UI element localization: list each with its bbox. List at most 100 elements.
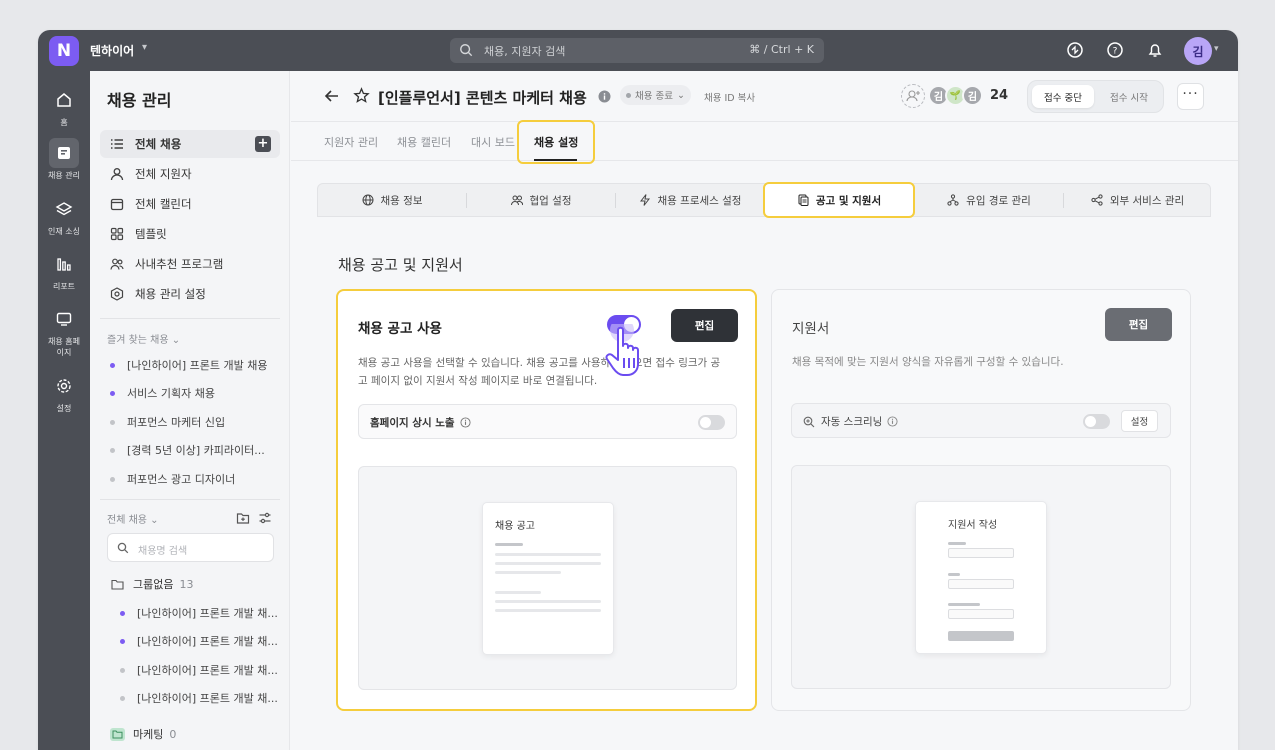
chevron-down-icon[interactable]: ▾ <box>1214 44 1219 54</box>
group-none[interactable]: 그룹없음 13 <box>110 576 193 592</box>
subtab-external[interactable]: 외부 서비스 관리 <box>1064 184 1211 216</box>
info-icon[interactable] <box>887 416 898 427</box>
sidebar-item-calendar[interactable]: 전체 캘린더 <box>100 190 280 218</box>
intake-toggle-group: 접수 중단 접수 시작 <box>1027 80 1164 113</box>
add-job-button[interactable]: + <box>255 136 271 152</box>
copy-job-id-button[interactable]: 채용 ID 복사 <box>704 90 755 104</box>
member-avatar[interactable]: 김 <box>962 85 983 106</box>
search-shortcut: ⌘ / Ctrl + K <box>749 43 814 56</box>
folder-icon <box>112 730 123 738</box>
search-icon <box>460 44 473 57</box>
sidebar-item-referral[interactable]: 사내추천 프로그램 <box>100 250 280 278</box>
status-dot <box>110 390 115 396</box>
chat-icon[interactable] <box>1066 41 1084 59</box>
favorite-item[interactable]: [나인하이어] 프론트 개발 채용 <box>110 357 268 373</box>
chevron-down-icon[interactable]: ▾ <box>142 42 147 53</box>
chart-icon <box>57 258 71 271</box>
form-card-title: 지원서 <box>792 321 830 337</box>
rail-item-home[interactable]: 홈 <box>38 85 90 128</box>
group-job-item[interactable]: [나인하이어] 프론트 개발 채... <box>120 662 278 678</box>
status-dot <box>626 92 631 98</box>
member-count: 24 <box>990 88 1009 103</box>
globe-icon <box>362 194 373 206</box>
posting-card-description: 채용 공고 사용을 선택할 수 있습니다. 채용 공고를 사용하지 않으면 접수… <box>358 357 721 387</box>
status-dot <box>120 638 125 644</box>
grid-icon <box>110 227 124 241</box>
rail-item-report[interactable]: 리포트 <box>38 249 90 292</box>
user-avatar[interactable]: 김 <box>1184 37 1212 65</box>
rail-label: 리포트 <box>52 282 76 291</box>
global-search[interactable]: 채용, 지원자 검색 ⌘ / Ctrl + K <box>450 38 824 63</box>
subtab-sources[interactable]: 유입 경로 관리 <box>915 184 1063 216</box>
favorite-item[interactable]: 퍼포먼스 광고 디자이너 <box>110 471 235 487</box>
sidebar-item-templates[interactable]: 템플릿 <box>100 220 280 248</box>
stop-intake-button[interactable]: 접수 중단 <box>1032 85 1094 108</box>
rail-item-sourcing[interactable]: 인재 소싱 <box>38 194 90 237</box>
rail-item-settings[interactable]: 설정 <box>38 371 90 414</box>
posting-card-title: 채용 공고 사용 <box>358 321 442 337</box>
subtab-collaboration[interactable]: 협업 설정 <box>467 184 615 216</box>
favorite-item[interactable]: [경력 5년 이상] 카피라이터... <box>110 442 265 458</box>
bell-icon[interactable] <box>1146 41 1164 59</box>
info-icon[interactable] <box>598 90 611 103</box>
chevron-up-icon[interactable] <box>574 90 586 102</box>
chevron-down-icon: ⌄ <box>676 89 685 101</box>
start-intake-button[interactable]: 접수 시작 <box>1098 85 1160 108</box>
calendar-icon <box>110 198 124 211</box>
status-dot <box>120 667 125 673</box>
group-count: 13 <box>179 577 194 591</box>
group-job-item[interactable]: [나인하이어] 프론트 개발 채... <box>120 690 278 706</box>
branch-icon <box>947 194 959 206</box>
form-edit-button[interactable]: 편집 <box>1105 308 1172 341</box>
homepage-exposure-row: 홈페이지 상시 노출 <box>358 404 737 439</box>
new-folder-icon[interactable] <box>236 511 250 525</box>
favorite-item[interactable]: 퍼포먼스 마케터 신입 <box>110 414 225 430</box>
form-preview: 지원서 작성 <box>791 465 1171 689</box>
sidebar-item-settings[interactable]: 채용 관리 설정 <box>100 280 280 308</box>
filter-icon[interactable] <box>258 511 272 525</box>
rail-item-homepage[interactable]: 채용 홈페이지 <box>38 304 90 358</box>
group-job-item[interactable]: [나인하이어] 프론트 개발 채... <box>120 633 278 649</box>
sidebar-item-label: 사내추천 프로그램 <box>135 257 224 271</box>
subtab-process[interactable]: 채용 프로세스 설정 <box>616 184 764 216</box>
subtab-job-info[interactable]: 채용 정보 <box>318 184 466 216</box>
chevron-down-icon: ⌄ <box>171 335 181 346</box>
homepage-exposure-toggle[interactable] <box>698 415 725 430</box>
favorite-item[interactable]: 서비스 기획자 채용 <box>110 385 215 401</box>
job-search-input[interactable]: 채용명 검색 <box>107 533 274 562</box>
auto-screening-settings-button[interactable]: 설정 <box>1121 410 1158 432</box>
auto-screening-row: 자동 스크리닝 설정 <box>791 403 1171 438</box>
auto-screening-toggle[interactable] <box>1083 414 1110 429</box>
star-icon[interactable] <box>353 87 370 104</box>
layers-icon <box>55 202 73 216</box>
job-tabs: 지원자 관리 채용 캘린더 대시 보드 채용 설정 <box>291 122 1238 161</box>
tab-dashboard[interactable]: 대시 보드 <box>471 134 515 150</box>
arrow-left-icon[interactable] <box>324 88 340 104</box>
sidebar-item-all-applicants[interactable]: 전체 지원자 <box>100 160 280 188</box>
homepage-exposure-label: 홈페이지 상시 노출 <box>370 415 471 430</box>
all-jobs-header[interactable]: 전체 채용 ⌄ <box>107 511 159 526</box>
group-marketing[interactable]: 마케팅 0 <box>110 726 176 742</box>
posting-edit-button[interactable]: 편집 <box>671 309 738 342</box>
more-options-button[interactable]: ··· <box>1177 83 1204 110</box>
app-window: N 텐하이어 ▾ 채용, 지원자 검색 ⌘ / Ctrl + K ? 김 ▾ 홈… <box>38 30 1238 750</box>
favorites-header[interactable]: 즐겨 찾는 채용 ⌄ <box>107 331 180 346</box>
recruit-icon <box>58 147 70 159</box>
group-count: 0 <box>169 727 177 741</box>
tab-calendar[interactable]: 채용 캘린더 <box>397 134 451 150</box>
form-card-description: 채용 목적에 맞는 지원서 양식을 자유롭게 구성할 수 있습니다. <box>792 356 1064 368</box>
sidebar-item-label: 전체 캘린더 <box>135 197 192 211</box>
rail-item-recruit[interactable]: 채용 관리 <box>38 138 90 181</box>
workspace-name[interactable]: 텐하이어 <box>90 42 134 59</box>
sidebar-item-all-jobs[interactable]: 전체 채용 + <box>100 130 280 158</box>
add-member-icon[interactable] <box>901 84 925 108</box>
group-job-item[interactable]: [나인하이어] 프론트 개발 채... <box>120 605 278 621</box>
search-placeholder: 채용, 지원자 검색 <box>484 45 566 58</box>
help-icon[interactable]: ? <box>1106 41 1124 59</box>
search-icon <box>117 542 129 554</box>
app-logo[interactable]: N <box>49 36 79 66</box>
form-preview-document: 지원서 작성 <box>915 501 1047 654</box>
info-icon[interactable] <box>460 417 471 428</box>
tab-applicants[interactable]: 지원자 관리 <box>324 134 378 150</box>
job-status-dropdown[interactable]: 채용 종료 ⌄ <box>620 85 691 105</box>
